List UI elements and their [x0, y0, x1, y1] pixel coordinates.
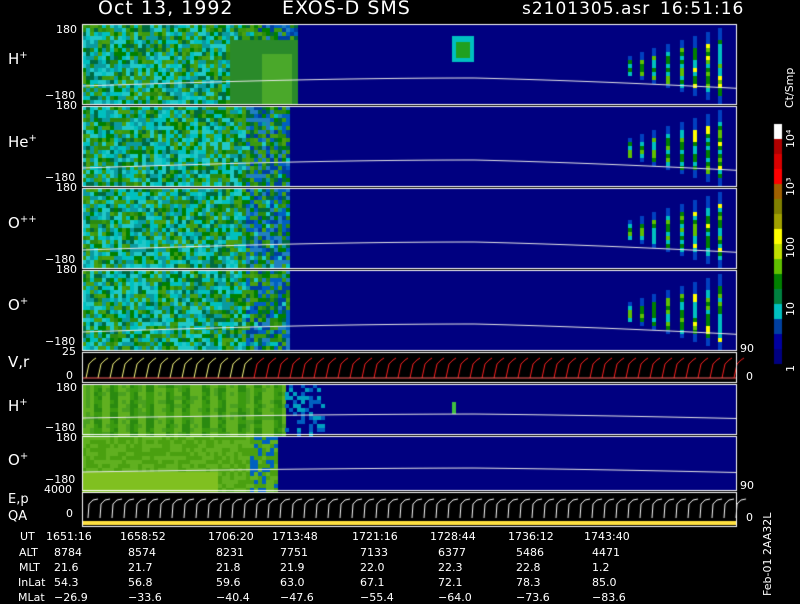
footer-cell: 72.1: [438, 576, 463, 589]
panel-label-he-plus: He+: [8, 133, 37, 151]
right-tick: 0: [746, 511, 753, 524]
panel-label-ep: E,p: [8, 492, 29, 507]
side-label: Feb-01 2AA32L: [761, 512, 774, 596]
colorbar-label: 10⁴: [784, 129, 797, 148]
footer-cell: −47.6: [280, 591, 314, 604]
colorbar-unit: Ct/Smp: [783, 67, 796, 108]
footer-cell: −26.9: [54, 591, 88, 604]
title-time: 16:51:16: [660, 0, 745, 19]
footer-cell: 85.0: [592, 576, 617, 589]
footer-cell: 21.6: [54, 561, 79, 574]
footer-cell: 22.3: [438, 561, 463, 574]
y-tick-max: 180: [56, 23, 77, 36]
footer-cell: 22.8: [516, 561, 541, 574]
footer-cell: 59.6: [216, 576, 241, 589]
footer-cell: 1706:20: [208, 530, 254, 543]
y-tick-max: 25: [62, 345, 76, 358]
footer-cell: 56.8: [128, 576, 153, 589]
y-tick-max: 4000: [44, 483, 72, 496]
footer-cell: 63.0: [280, 576, 305, 589]
y-tick-max: 180: [56, 99, 77, 112]
footer-cell: 1658:52: [120, 530, 166, 543]
footer-cell: −73.6: [516, 591, 550, 604]
footer-cell: −55.4: [360, 591, 394, 604]
footer-row-label: InLat: [18, 576, 46, 589]
panel-label-o-plusplus: O++: [8, 214, 37, 232]
footer-cell: 54.3: [54, 576, 79, 589]
footer-cell: 21.8: [216, 561, 241, 574]
footer-cell: −83.6: [592, 591, 626, 604]
colorbar-label: 1: [784, 365, 797, 372]
panel-label-o-plus-lower: O+: [8, 451, 29, 469]
footer-row-label: MLT: [19, 561, 40, 574]
panel-label-h-plus-lower: H+: [8, 397, 28, 415]
panel-label-h-plus: H+: [8, 50, 28, 68]
colorbar-label: 100: [784, 237, 797, 258]
footer-cell: 1728:44: [430, 530, 476, 543]
panel-label-o-plus: O+: [8, 296, 29, 314]
footer-cell: 8231: [216, 546, 244, 559]
footer-cell: 4471: [592, 546, 620, 559]
footer-cell: 21.9: [280, 561, 305, 574]
footer-cell: 21.7: [128, 561, 153, 574]
y-tick-max: 180: [56, 431, 77, 444]
colorbar-label: 10: [784, 302, 797, 316]
title-instrument: EXOS-D SMS: [282, 0, 411, 19]
footer-row-label: ALT: [19, 546, 38, 559]
footer-cell: 5486: [516, 546, 544, 559]
footer-cell: 1651:16: [46, 530, 92, 543]
title-date: Oct 13, 1992: [98, 0, 234, 19]
panel-label-vr: V,r: [8, 353, 30, 371]
footer-cell: 1.2: [592, 561, 610, 574]
footer-row-label: UT: [20, 530, 35, 543]
right-tick: 90: [740, 342, 754, 355]
footer-cell: 7133: [360, 546, 388, 559]
footer-row-label: MLat: [18, 591, 45, 604]
footer-cell: −40.4: [216, 591, 250, 604]
y-tick-max: 180: [56, 263, 77, 276]
right-tick: 90: [740, 479, 754, 492]
spectrogram-plot: [0, 0, 800, 600]
right-tick: 0: [746, 370, 753, 383]
footer-cell: 6377: [438, 546, 466, 559]
footer-cell: 67.1: [360, 576, 385, 589]
footer-cell: 8784: [54, 546, 82, 559]
footer-cell: −64.0: [438, 591, 472, 604]
footer-cell: 78.3: [516, 576, 541, 589]
title-filename: s2101305.asr: [522, 0, 651, 19]
y-tick-max: 180: [56, 381, 77, 394]
footer-cell: 1736:12: [508, 530, 554, 543]
footer-cell: 1713:48: [272, 530, 318, 543]
footer-cell: 22.0: [360, 561, 385, 574]
footer-cell: −33.6: [128, 591, 162, 604]
panel-label-qa: QA: [8, 509, 28, 524]
y-tick-min: 0: [66, 507, 73, 520]
footer-cell: 7751: [280, 546, 308, 559]
footer-cell: 1743:40: [584, 530, 630, 543]
y-tick-max: 180: [56, 181, 77, 194]
footer-cell: 8574: [128, 546, 156, 559]
colorbar-label: 10³: [784, 177, 797, 196]
footer-cell: 1721:16: [352, 530, 398, 543]
